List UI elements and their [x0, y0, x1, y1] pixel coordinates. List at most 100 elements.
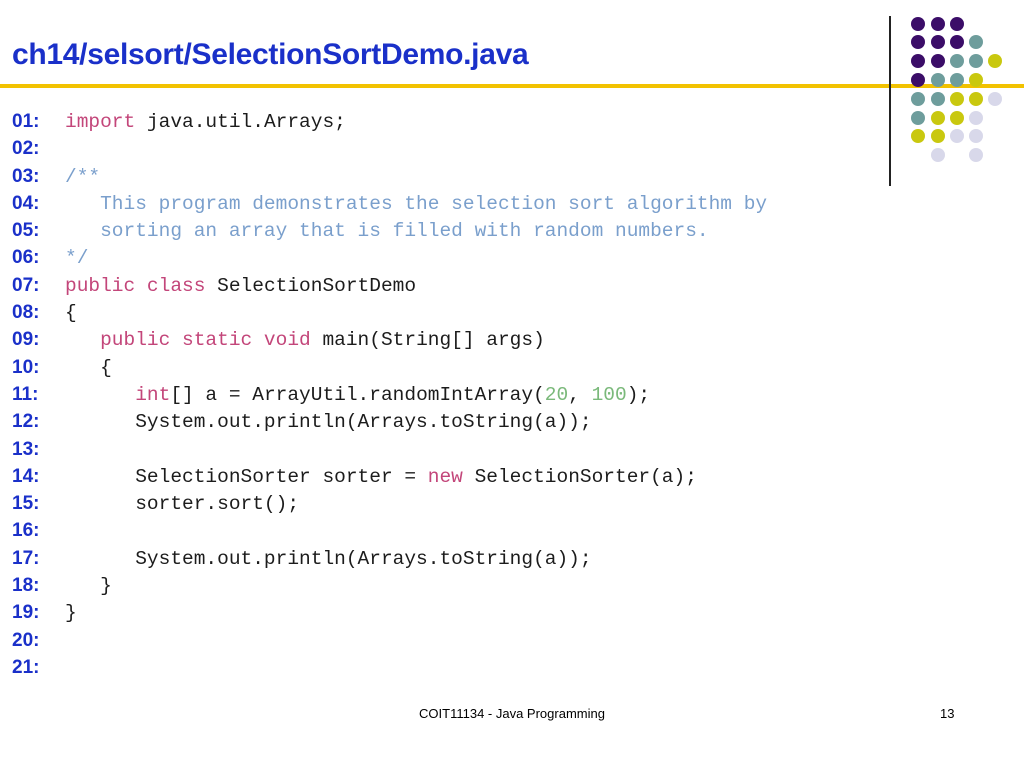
code-line: 16:	[12, 517, 767, 544]
decorative-dot	[911, 17, 925, 31]
code-line: 11: int[] a = ArrayUtil.randomIntArray(2…	[12, 381, 767, 408]
line-number: 18:	[12, 575, 40, 597]
line-number: 20:	[12, 629, 40, 651]
code-line: 15: sorter.sort();	[12, 490, 767, 517]
keyword-token: public static void	[100, 329, 311, 352]
line-number: 21:	[12, 656, 40, 678]
decorative-dot	[950, 54, 964, 68]
code-text: int[] a = ArrayUtil.randomIntArray(20, 1…	[65, 384, 650, 406]
code-text: sorter.sort();	[65, 493, 299, 515]
code-line: 04: This program demonstrates the select…	[12, 190, 767, 217]
decorative-dot	[931, 73, 945, 87]
code-text: This program demonstrates the selection …	[65, 193, 767, 215]
decorative-dot	[969, 92, 983, 106]
line-number: 15:	[12, 493, 40, 515]
keyword-token: import	[65, 111, 136, 133]
code-text: */	[65, 247, 88, 269]
line-number: 01:	[12, 111, 40, 132]
code-token: System.out.println(Arrays.toString(a));	[65, 547, 592, 570]
code-line: 03: /**	[12, 163, 767, 190]
code-listing: 01: import java.util.Arrays; 02: 03: /** 04: …	[12, 108, 767, 681]
code-line: 01: import java.util.Arrays;	[12, 108, 767, 135]
decorative-dot	[911, 54, 925, 68]
decorative-dot	[911, 73, 925, 87]
line-number: 07:	[12, 274, 40, 296]
code-line: 05: sorting an array that is filled with…	[12, 217, 767, 244]
line-number: 08:	[12, 302, 40, 324]
decorative-dot	[911, 35, 925, 49]
code-text: {	[65, 302, 77, 324]
page-number: 13	[940, 706, 955, 721]
decorative-dot	[931, 129, 945, 143]
line-number: 17:	[12, 547, 40, 569]
code-line: 02:	[12, 135, 767, 162]
code-line: 12: System.out.println(Arrays.toString(a…	[12, 408, 767, 435]
code-token: ,	[568, 383, 592, 406]
line-number: 11:	[12, 383, 39, 405]
code-text: /**	[65, 166, 100, 188]
decorative-dot	[950, 129, 964, 143]
decorative-dot	[969, 54, 983, 68]
code-token: [] a = ArrayUtil.randomIntArray(	[170, 383, 545, 406]
code-token: sorter.sort();	[65, 493, 300, 516]
decorative-dot	[969, 148, 983, 162]
line-number: 05:	[12, 220, 40, 242]
decorative-dot	[969, 35, 983, 49]
code-token: main(String[] args)	[310, 329, 545, 352]
code-text: public static void main(String[] args)	[65, 329, 545, 351]
decorative-dot	[950, 73, 964, 87]
comment-token: sorting an array that is filled with ran…	[65, 220, 709, 243]
decorative-dot	[969, 111, 983, 125]
footer-course-title: COIT11134 - Java Programming	[419, 706, 605, 721]
decorative-dot	[931, 148, 945, 162]
comment-token: */	[65, 247, 89, 270]
decorative-dot	[988, 54, 1002, 68]
decorative-dot	[988, 92, 1002, 106]
line-number: 06:	[12, 247, 40, 269]
keyword-token: public class	[65, 274, 206, 297]
code-line: 20:	[12, 627, 767, 654]
line-number: 13:	[12, 438, 40, 460]
line-number: 02:	[12, 138, 40, 160]
keyword-token: int	[135, 383, 171, 406]
decorative-dot	[969, 129, 983, 143]
code-token: java.util.Arrays;	[135, 111, 346, 133]
line-number: 10:	[12, 356, 40, 378]
code-token: SelectionSorter sorter =	[65, 465, 428, 488]
comment-token: This program demonstrates the selection …	[65, 192, 768, 215]
code-line: 14: SelectionSorter sorter = new Selecti…	[12, 463, 767, 490]
line-number: 03:	[12, 165, 40, 187]
line-number: 09:	[12, 329, 40, 351]
code-token: );	[626, 383, 651, 406]
code-text: sorting an array that is filled with ran…	[65, 220, 709, 242]
decorative-dot	[950, 17, 964, 31]
decorative-dot	[931, 111, 945, 125]
decorative-dot	[950, 92, 964, 106]
line-number: 19:	[12, 602, 40, 624]
code-line: 08: {	[12, 299, 767, 326]
code-line: 19:}	[12, 599, 767, 626]
decorative-dot	[950, 35, 964, 49]
line-number: 12:	[12, 411, 40, 433]
code-text: System.out.println(Arrays.toString(a));	[65, 411, 591, 433]
code-token: SelectionSortDemo	[205, 274, 417, 297]
code-line: 17: System.out.println(Arrays.toString(a…	[12, 545, 767, 572]
code-line: 13:	[12, 436, 767, 463]
decorative-dot	[931, 35, 945, 49]
line-number: 14:	[12, 465, 40, 487]
code-text: import java.util.Arrays;	[65, 111, 346, 133]
keyword-token: new	[427, 465, 463, 488]
code-line: 10: {	[12, 354, 767, 381]
number-literal-token: 100	[591, 383, 627, 406]
code-text: }	[65, 575, 112, 597]
code-token: }	[65, 575, 112, 598]
line-number: 16:	[12, 520, 40, 542]
code-line: 06: */	[12, 244, 767, 271]
code-token: {	[65, 356, 112, 379]
number-literal-token: 20	[544, 383, 569, 406]
decorative-dot	[931, 17, 945, 31]
code-token: }	[65, 602, 77, 625]
code-token: {	[65, 302, 77, 325]
line-number: 04:	[12, 192, 40, 214]
code-line: 09: public static void main(String[] arg…	[12, 326, 767, 353]
